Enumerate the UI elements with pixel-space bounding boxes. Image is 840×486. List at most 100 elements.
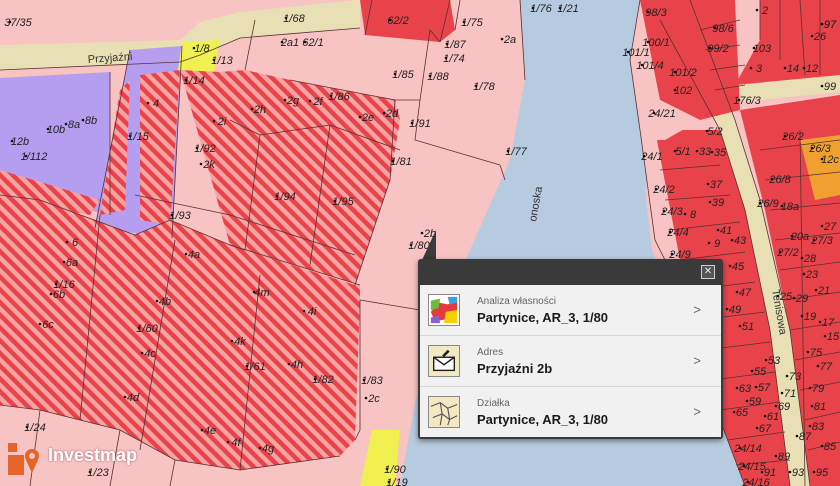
parcel-point <box>531 6 535 10</box>
parcel-point <box>358 115 362 119</box>
parcel-label: 45 <box>732 261 745 273</box>
parcel-label: 8 <box>690 209 697 221</box>
parcel-point <box>192 46 196 50</box>
parcel-label: 37/35 <box>4 17 32 29</box>
row-address[interactable]: Adres Przyjaźni 2b > <box>420 336 721 387</box>
parcel-label: 23 <box>805 269 819 281</box>
parcel-point <box>754 385 758 389</box>
parcel-label: 26 <box>813 31 827 43</box>
parcel-label: 4h <box>291 359 303 371</box>
parcel-label: 4b <box>159 296 171 308</box>
parcel-point <box>812 238 816 242</box>
parcel-label: 4k <box>234 336 246 348</box>
parcel-label: 81 <box>814 401 826 413</box>
parcel-label: 102 <box>674 85 692 97</box>
parcel-point <box>738 446 742 450</box>
parcel-label: 18a <box>781 201 799 213</box>
parcel-point <box>8 20 12 24</box>
parcel-point <box>462 20 466 24</box>
parcel-label: 101/2 <box>669 67 697 79</box>
parcel-label: 101/4 <box>636 60 664 72</box>
parcel-point <box>776 294 780 298</box>
parcel-point <box>62 260 66 264</box>
parcel-label: 43 <box>734 235 747 247</box>
parcel-point <box>88 470 92 474</box>
parcel-point <box>706 182 710 186</box>
parcel-point <box>245 364 249 368</box>
parcel-point <box>140 351 144 355</box>
parcel-label: 4e <box>204 425 216 437</box>
parcel-point <box>287 362 291 366</box>
parcel-label: 55 <box>754 366 767 378</box>
parcel-point <box>785 374 789 378</box>
parcel-point <box>212 119 216 123</box>
parcel-label: 12c <box>821 154 839 166</box>
parcel-point <box>750 369 754 373</box>
parcel-point <box>770 177 774 181</box>
parcel-point <box>746 480 750 484</box>
parcel-label: 4m <box>254 287 269 299</box>
parcel-label: 41 <box>720 225 732 237</box>
parcel-point <box>778 250 782 254</box>
parcel-label: 97 <box>824 19 837 31</box>
parcel-label: 2h <box>253 104 266 116</box>
parcel-label: 24/16 <box>741 477 770 486</box>
parcel-label: 24/14 <box>733 443 762 455</box>
parcel-point <box>812 470 816 474</box>
parcel-point <box>763 414 767 418</box>
parcel-label: 33 <box>699 146 712 158</box>
parcel-point <box>506 149 510 153</box>
row-parcel[interactable]: Działka Partynice, AR_3, 1/80 > <box>420 387 721 437</box>
parcel-label: 2i <box>217 116 227 128</box>
parcel-label: 4g <box>262 443 275 455</box>
row-category: Działka <box>477 398 510 409</box>
parcel-point <box>393 72 397 76</box>
parcel-point <box>387 480 391 484</box>
parcel-label: 1/8 <box>194 43 210 55</box>
parcel-point <box>195 146 199 150</box>
parcel-map-icon <box>428 396 460 428</box>
parcel-label: 75 <box>810 347 823 359</box>
parcel-label: 93 <box>792 467 805 479</box>
parcel-point <box>725 307 729 311</box>
row-ownership-analysis[interactable]: Analiza własności Partynice, AR_3, 1/80 … <box>420 285 721 336</box>
parcel-point <box>816 364 820 368</box>
parcel-label: 63 <box>739 383 752 395</box>
parcel-point <box>710 150 714 154</box>
parcel-point <box>683 212 687 216</box>
parcel-point <box>65 240 69 244</box>
parcel-point <box>792 296 796 300</box>
parcel-label: 85 <box>824 441 837 453</box>
parcel-label: 89 <box>778 451 790 463</box>
chevron-right-icon: > <box>693 302 701 317</box>
parcel-point <box>410 121 414 125</box>
parcel-label: 2k <box>202 159 215 171</box>
parcel-label: 4c <box>144 348 156 360</box>
parcel-point <box>252 290 256 294</box>
parcel-point <box>199 162 203 166</box>
parcel-label: 35 <box>714 147 727 159</box>
parcel-point <box>200 428 204 432</box>
parcel-point <box>155 299 159 303</box>
parcel-point <box>695 149 699 153</box>
chevron-right-icon: > <box>693 353 701 368</box>
parcel-point <box>764 358 768 362</box>
parcel-label: 39 <box>712 197 724 209</box>
parcel-point <box>745 399 749 403</box>
parcel-label: 83 <box>812 421 825 433</box>
parcel-point <box>382 111 386 115</box>
parcel-label: 1/112 <box>21 151 48 163</box>
parcel-point <box>38 322 42 326</box>
parcel-label: 65 <box>736 407 749 419</box>
parcel-point <box>303 40 307 44</box>
parcel-point <box>758 201 762 205</box>
parcel-point <box>783 134 787 138</box>
close-button[interactable]: ✕ <box>701 265 715 279</box>
parcel-point <box>652 111 656 115</box>
parcel-point <box>280 40 284 44</box>
parcel-point <box>226 440 230 444</box>
parcel-point <box>737 98 741 102</box>
parcel-point <box>283 98 287 102</box>
parcel-label: 2f <box>312 96 323 108</box>
parcel-point <box>780 391 784 395</box>
